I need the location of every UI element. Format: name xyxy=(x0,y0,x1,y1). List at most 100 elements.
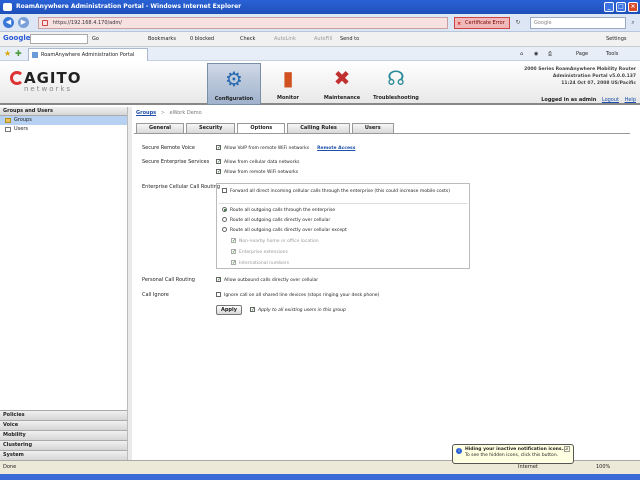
window-title-bar: RoamAnywhere Administration Portal - Win… xyxy=(0,0,640,14)
window-controls: _ □ × xyxy=(604,2,638,12)
tools-menu[interactable]: Tools xyxy=(606,50,618,59)
sidebar-header[interactable]: Groups and Users xyxy=(0,107,127,116)
apply-button[interactable]: Apply xyxy=(216,305,242,315)
forward-button[interactable]: ▶ xyxy=(18,17,29,28)
tab-bar: ★ ✚ RoamAnywhere Administration Portal ⌂… xyxy=(0,47,640,61)
autofill-button[interactable]: AutoFill xyxy=(314,35,332,44)
print-icon[interactable]: ⎙ xyxy=(548,50,552,59)
certificate-error-button[interactable]: × Certificate Error xyxy=(454,17,510,29)
search-input[interactable]: Google xyxy=(530,17,626,29)
allow-outbound-cellular-option[interactable]: Allow outbound calls directly over cellu… xyxy=(216,277,318,284)
document-icon xyxy=(5,127,11,132)
sidebar-splitter[interactable] xyxy=(128,107,132,460)
home-icon[interactable]: ⌂ xyxy=(520,50,523,59)
logo-swoosh-icon xyxy=(10,71,24,85)
minimize-button[interactable]: _ xyxy=(604,2,614,12)
zoom-level[interactable]: 100% xyxy=(596,461,610,474)
go-button[interactable]: Go xyxy=(92,35,99,44)
close-button[interactable]: × xyxy=(628,2,638,12)
back-button[interactable]: ◀ xyxy=(3,17,14,28)
breadcrumb-groups-link[interactable]: Groups xyxy=(136,110,156,116)
allow-outbound-cellular-checkbox[interactable] xyxy=(216,277,221,282)
enterprise-extensions-option[interactable]: Enterprise extensions xyxy=(231,249,288,256)
non-nearby-location-checkbox[interactable] xyxy=(231,238,236,243)
international-numbers-checkbox[interactable] xyxy=(231,260,236,265)
section-policies[interactable]: Policies xyxy=(0,410,127,420)
allow-remote-wifi-option[interactable]: Allow from remote WiFi networks xyxy=(216,169,298,176)
forward-incoming-option[interactable]: Forward all direct incoming cellular cal… xyxy=(222,188,450,195)
bookmarks-button[interactable]: Bookmarks xyxy=(148,35,176,44)
allow-voip-checkbox[interactable] xyxy=(216,145,221,150)
favorites-star-icon[interactable]: ★ xyxy=(4,49,11,58)
notification-balloon: i Hiding your inactive notification icon… xyxy=(452,444,574,464)
sidebar: Groups and Users Groups Users Policies V… xyxy=(0,107,128,460)
secure-enterprise-services-label: Secure Enterprise Services xyxy=(142,159,210,165)
forward-incoming-checkbox[interactable] xyxy=(222,188,227,193)
sidebar-item-users[interactable]: Users xyxy=(0,125,127,134)
breadcrumb-current: eWork Demo xyxy=(169,110,202,116)
personal-call-routing-label: Personal Call Routing xyxy=(142,277,195,283)
main-content: Groups > eWork Demo General Security Opt… xyxy=(134,107,640,460)
section-system[interactable]: System xyxy=(0,450,127,460)
feeds-icon[interactable]: ◉ xyxy=(534,50,538,59)
check-button[interactable]: Check xyxy=(240,35,255,44)
tab-calling-rules[interactable]: Calling Rules xyxy=(287,123,350,133)
search-icon[interactable]: ⌕ xyxy=(627,17,639,29)
allow-cellular-data-option[interactable]: Allow from cellular data networks xyxy=(216,159,299,166)
nav-configuration[interactable]: ⚙ Configuration xyxy=(207,63,261,105)
route-over-cellular-except-radio[interactable] xyxy=(222,227,227,232)
section-voice[interactable]: Voice xyxy=(0,420,127,430)
send-to-button[interactable]: Send to xyxy=(340,35,359,44)
route-over-cellular-option[interactable]: Route all outgoing calls directly over c… xyxy=(222,217,330,224)
enterprise-cellular-routing-box xyxy=(216,183,470,269)
windows-taskbar xyxy=(0,474,640,480)
maximize-button[interactable]: □ xyxy=(616,2,626,12)
browser-tab[interactable]: RoamAnywhere Administration Portal xyxy=(28,48,148,61)
ignore-call-checkbox[interactable] xyxy=(216,292,221,297)
info-icon: i xyxy=(456,448,462,454)
tab-security[interactable]: Security xyxy=(186,123,236,133)
route-through-enterprise-radio[interactable] xyxy=(222,207,227,212)
apply-to-all-users-option[interactable]: Apply to all existing users in this grou… xyxy=(250,307,346,314)
gears-icon: ⚙ xyxy=(225,67,243,91)
refresh-icon[interactable]: ↻ xyxy=(512,17,524,29)
page-menu[interactable]: Page xyxy=(576,50,588,59)
international-numbers-option[interactable]: International numbers xyxy=(231,260,289,267)
section-clustering[interactable]: Clustering xyxy=(0,440,127,450)
autolink-button[interactable]: AutoLink xyxy=(274,35,296,44)
stethoscope-icon: ☊ xyxy=(387,66,405,90)
allow-cellular-data-checkbox[interactable] xyxy=(216,159,221,164)
route-through-enterprise-option[interactable]: Route all outgoing calls through the ent… xyxy=(222,207,335,214)
route-over-cellular-except-option[interactable]: Route all outgoing calls directly over c… xyxy=(222,227,347,234)
help-link[interactable]: Help xyxy=(625,97,636,103)
allow-voip-remote-wifi-option[interactable]: Allow VoIP from remote WiFi networksRemo… xyxy=(216,145,355,152)
secure-remote-voice-label: Secure Remote Voice xyxy=(142,145,195,151)
allow-remote-wifi-checkbox[interactable] xyxy=(216,169,221,174)
breadcrumb: Groups > eWork Demo xyxy=(136,110,202,116)
section-mobility[interactable]: Mobility xyxy=(0,430,127,440)
settings-button[interactable]: Settings xyxy=(606,35,627,44)
tab-users[interactable]: Users xyxy=(351,123,394,133)
user-info: Logged in as admin Logout Help xyxy=(541,97,636,103)
apply-to-all-users-checkbox[interactable] xyxy=(250,307,255,312)
nav-monitor[interactable]: ▮ Monitor xyxy=(261,63,315,105)
sidebar-item-groups[interactable]: Groups xyxy=(0,116,127,125)
add-favorite-icon[interactable]: ✚ xyxy=(15,49,22,58)
enterprise-extensions-checkbox[interactable] xyxy=(231,249,236,254)
address-input[interactable]: https://192.168.4.170/adm/ xyxy=(38,17,448,29)
remote-access-link[interactable]: Remote Access xyxy=(317,146,355,151)
tab-general[interactable]: General xyxy=(136,123,184,133)
google-search-input[interactable] xyxy=(30,34,88,44)
enterprise-cellular-routing-label: Enterprise Cellular Call Routing xyxy=(142,184,221,190)
popup-blocked-button[interactable]: 0 blocked xyxy=(190,35,214,44)
nav-troubleshooting[interactable]: ☊ Troubleshooting xyxy=(369,63,423,105)
page-icon xyxy=(42,20,48,26)
non-nearby-location-option[interactable]: Non-nearby home or office location xyxy=(231,238,319,245)
internet-explorer-icon xyxy=(3,3,12,11)
nav-maintenance[interactable]: ✖ Maintenance xyxy=(315,63,369,105)
ignore-call-option[interactable]: Ignore call on all shared line devices (… xyxy=(216,292,379,299)
tab-page-icon xyxy=(32,52,38,58)
route-over-cellular-radio[interactable] xyxy=(222,217,227,222)
logout-link[interactable]: Logout xyxy=(602,97,619,103)
balloon-close-icon[interactable]: × xyxy=(564,446,570,452)
